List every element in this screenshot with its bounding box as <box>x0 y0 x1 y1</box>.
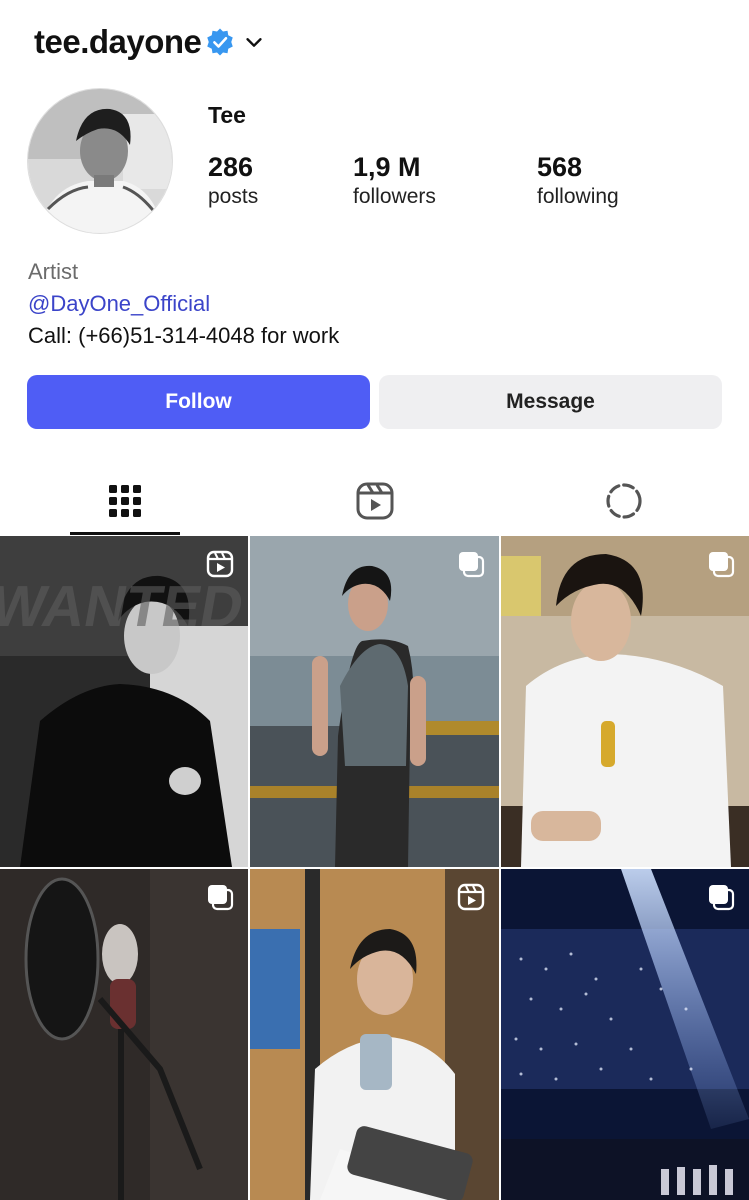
post-thumbnail[interactable] <box>250 869 499 1200</box>
following-label: following <box>537 185 619 208</box>
verified-badge-icon <box>207 28 234 56</box>
profile-tabs <box>0 468 749 535</box>
bio-text: Call: (+66)51-314-4048 for work <box>28 323 340 348</box>
followers-label: followers <box>353 185 436 208</box>
display-name: Tee <box>208 102 246 128</box>
profile-header: tee.dayone <box>34 22 265 62</box>
bio: Artist @DayOne_Official Call: (+66)51-31… <box>28 256 339 352</box>
followers-stat[interactable]: 1,9 M followers <box>353 152 436 212</box>
tab-tagged[interactable] <box>569 468 679 534</box>
reels-icon <box>356 482 394 520</box>
post-photo <box>0 869 248 1200</box>
post-photo <box>501 536 749 867</box>
message-button[interactable]: Message <box>379 375 722 429</box>
post-photo <box>501 869 749 1200</box>
posts-count: 286 <box>208 152 254 182</box>
active-tab-indicator <box>70 532 180 535</box>
post-photo <box>250 536 499 867</box>
post-photo <box>250 869 499 1200</box>
posts-stat: 286 posts <box>208 152 258 212</box>
follow-button[interactable]: Follow <box>27 375 370 429</box>
posts-label: posts <box>208 185 259 208</box>
bio-category: Artist <box>28 259 79 284</box>
avatar[interactable] <box>27 88 173 234</box>
followers-count: 1,9 M <box>353 152 421 182</box>
carousel-icon <box>459 552 485 578</box>
tagged-icon <box>606 483 642 519</box>
following-count: 568 <box>537 152 583 182</box>
post-thumbnail[interactable] <box>250 536 499 867</box>
grid-icon <box>109 485 141 517</box>
carousel-icon <box>709 552 735 578</box>
bio-link[interactable]: @DayOne_Official <box>28 288 339 320</box>
post-thumbnail[interactable] <box>501 869 749 1200</box>
carousel-icon <box>208 885 234 911</box>
carousel-icon <box>709 885 735 911</box>
post-thumbnail[interactable] <box>501 536 749 867</box>
post-thumbnail[interactable]: WANTED <box>0 536 248 867</box>
tab-posts-grid[interactable] <box>70 468 180 534</box>
tab-reels[interactable] <box>320 468 430 534</box>
following-stat[interactable]: 568 following <box>537 152 619 212</box>
posts-grid: WANTED <box>0 536 749 1200</box>
post-photo: WANTED <box>0 536 248 867</box>
post-thumbnail[interactable] <box>0 869 248 1200</box>
reels-icon <box>206 550 234 578</box>
post-overlay-text: WANTED <box>0 574 248 639</box>
reels-icon <box>457 883 485 911</box>
username[interactable]: tee.dayone <box>34 23 202 61</box>
chevron-down-icon[interactable] <box>243 31 265 53</box>
